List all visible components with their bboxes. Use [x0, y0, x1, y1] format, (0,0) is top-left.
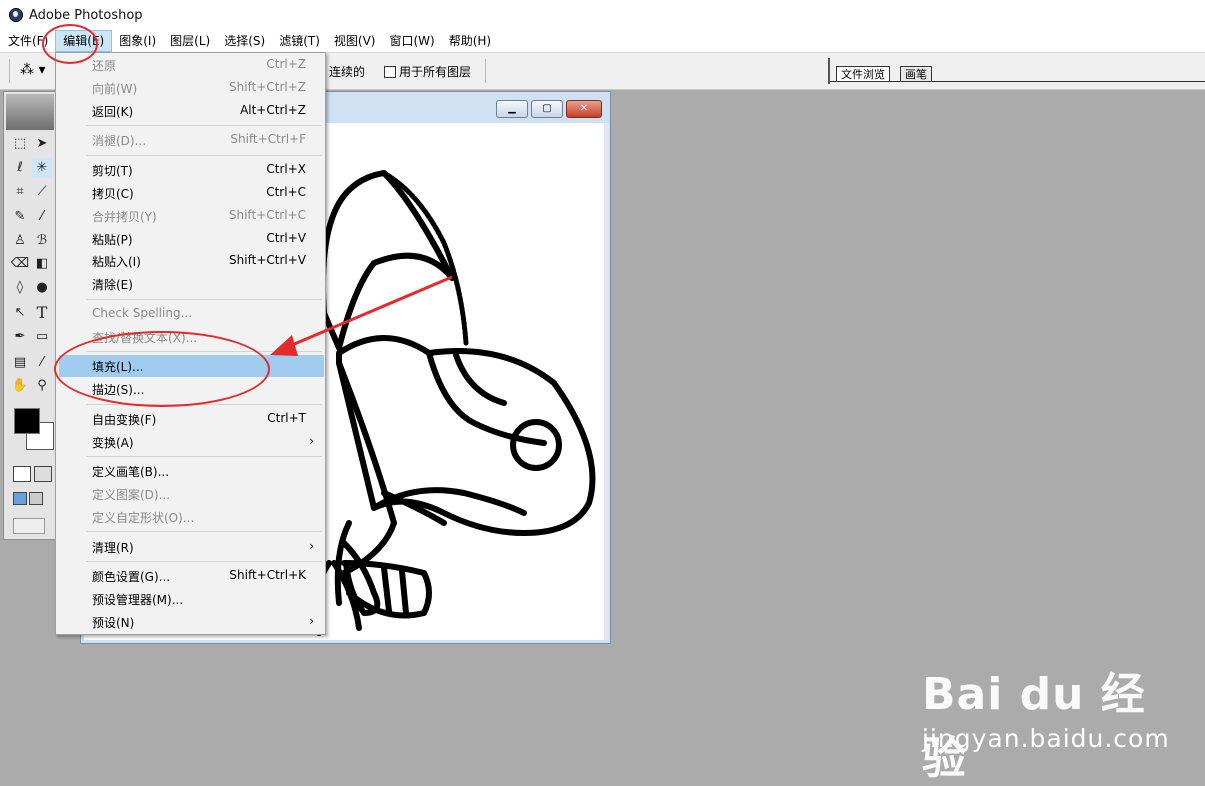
- watermark-logo: Bai du 经验: [922, 669, 1146, 784]
- watermark-url: jingyan.baidu.com: [922, 724, 1170, 753]
- baidu-jingyan-watermark: Bai du 经验 jingyan.baidu.com: [922, 658, 1169, 784]
